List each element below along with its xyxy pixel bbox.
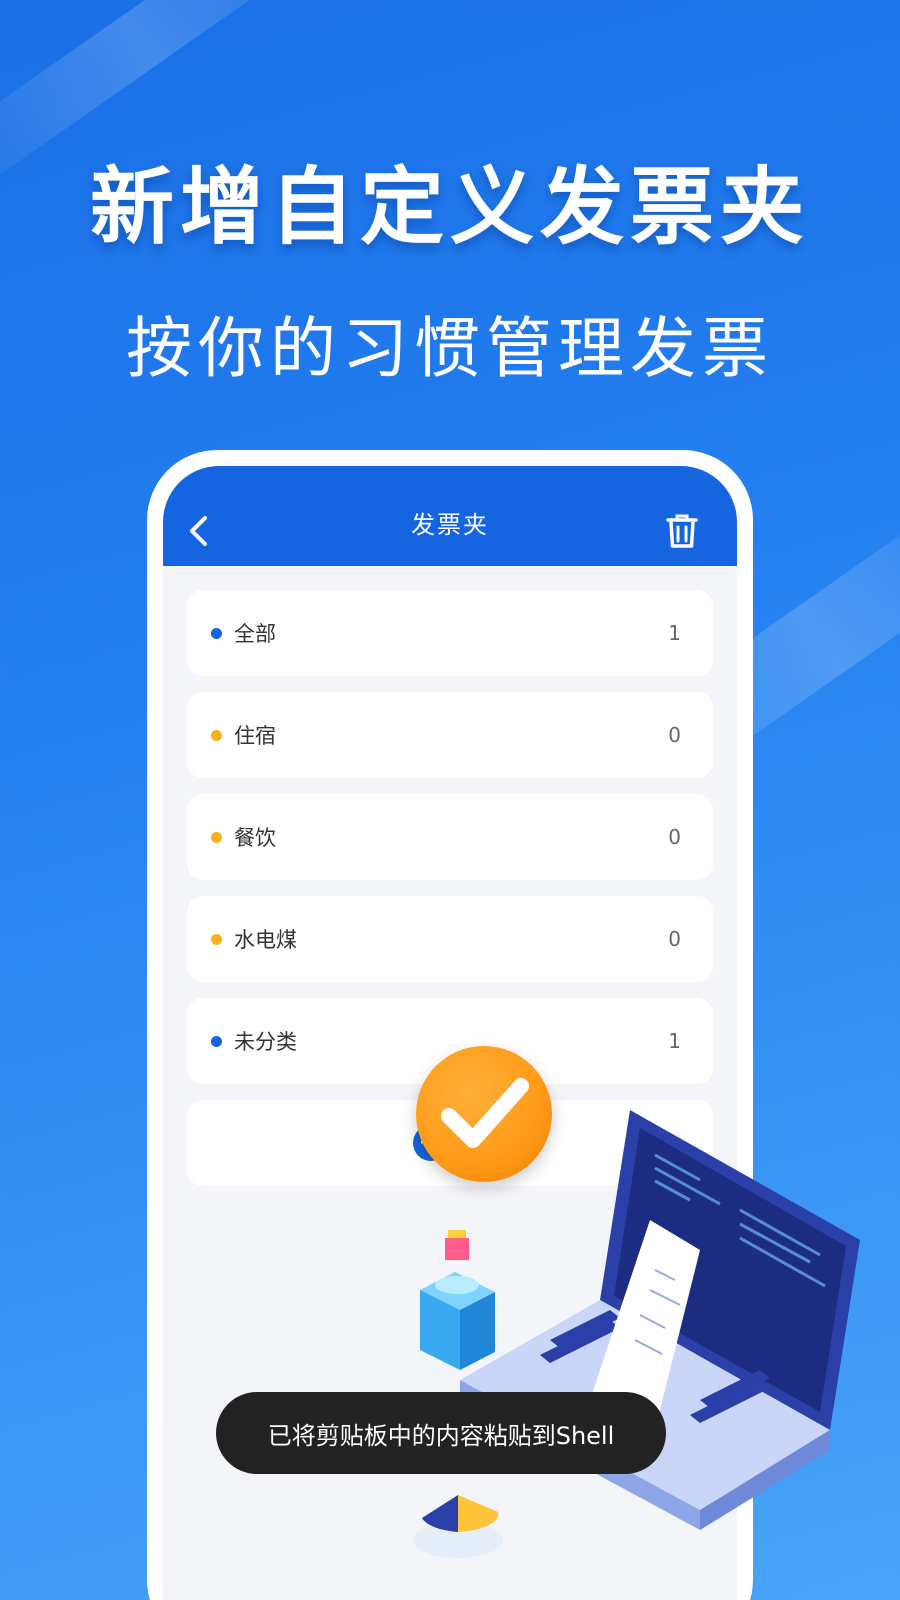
folder-item-all[interactable]: 全部 1 [187, 590, 713, 676]
folder-item-utilities[interactable]: 水电煤 0 [187, 896, 713, 982]
folder-count: 1 [668, 1029, 681, 1053]
laptop-invoice-illustration [413, 1110, 860, 1558]
promo-headline: 新增自定义发票夹 [89, 158, 810, 256]
promo-subline: 按你的习惯管理发票 [126, 310, 774, 387]
folder-label: 全部 [234, 622, 276, 646]
category-dot [211, 729, 222, 741]
folder-label: 餐饮 [234, 826, 276, 850]
page-title: 发票夹 [411, 510, 489, 539]
folder-label: 住宿 [234, 724, 276, 748]
folder-label: 未分类 [234, 1030, 297, 1054]
clipboard-toast: 已将剪贴板中的内容粘贴到Shell [216, 1392, 666, 1474]
category-dot [211, 1035, 222, 1047]
folder-count: 0 [668, 723, 681, 747]
folder-item-lodging[interactable]: 住宿 0 [187, 692, 713, 778]
chevron-left-icon[interactable] [185, 514, 213, 548]
trash-icon[interactable] [665, 512, 699, 550]
folder-count: 0 [668, 825, 681, 849]
folder-item-dining[interactable]: 餐饮 0 [187, 794, 713, 880]
folder-label: 水电煤 [234, 928, 297, 952]
category-dot [211, 627, 222, 639]
category-dot [211, 831, 222, 843]
category-dot [211, 933, 222, 945]
folder-count: 0 [668, 927, 681, 951]
folder-count: 1 [668, 621, 681, 645]
app-bar: 发票夹 [163, 466, 737, 566]
